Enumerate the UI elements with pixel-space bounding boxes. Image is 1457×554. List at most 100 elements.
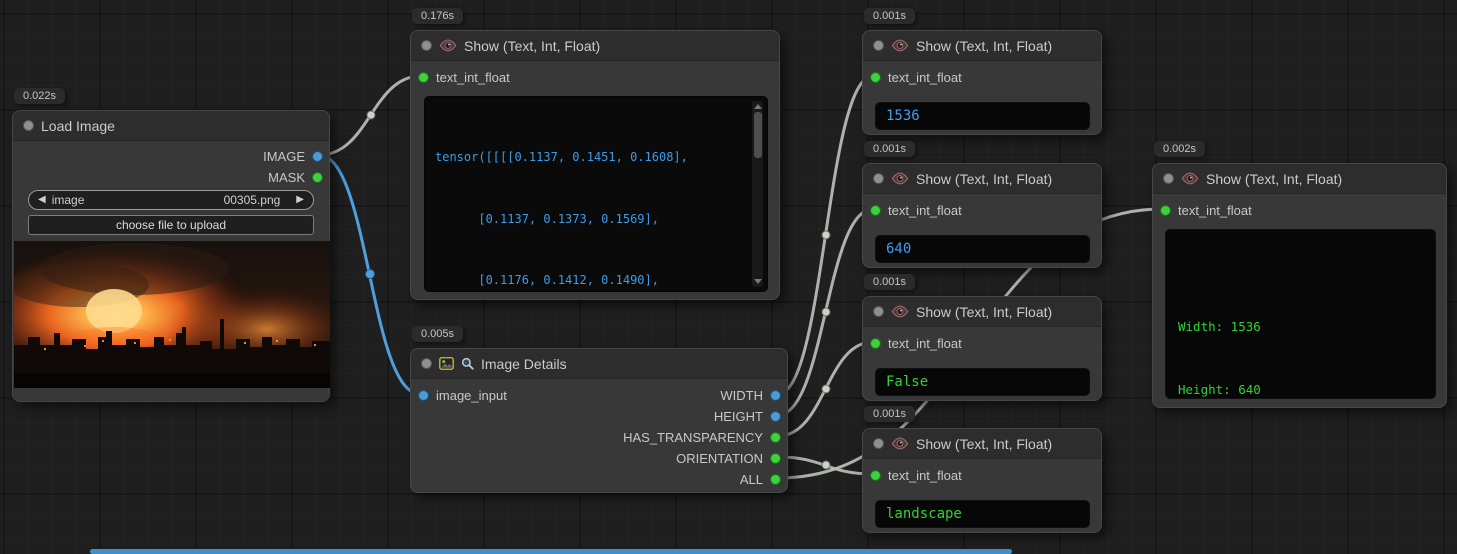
node-titlebar[interactable]: Image Details bbox=[411, 349, 787, 379]
node-titlebar[interactable]: Show (Text, Int, Float) bbox=[863, 297, 1101, 327]
slot-dot[interactable] bbox=[418, 390, 429, 401]
output-slot-height[interactable]: HEIGHT bbox=[714, 408, 781, 424]
node-image-details[interactable]: 0.005s Image Details image_input WIDTH H… bbox=[410, 348, 788, 493]
link-midpoint-dot bbox=[822, 231, 830, 239]
execution-time-badge: 0.002s bbox=[1154, 141, 1205, 157]
node-titlebar[interactable]: Show (Text, Int, Float) bbox=[863, 164, 1101, 194]
node-title: Show (Text, Int, Float) bbox=[464, 38, 600, 54]
node-title: Show (Text, Int, Float) bbox=[916, 304, 1052, 320]
execution-time-badge: 0.001s bbox=[864, 274, 915, 290]
slot-label: text_int_float bbox=[888, 70, 962, 85]
execution-time-badge: 0.176s bbox=[412, 8, 463, 24]
slot-label: WIDTH bbox=[720, 388, 763, 403]
tensor-line: tensor([[[[0.1137, 0.1451, 0.1608], bbox=[435, 147, 747, 168]
transparency-value[interactable]: False bbox=[875, 368, 1090, 396]
eye-icon bbox=[1181, 172, 1199, 185]
node-status-dot bbox=[421, 40, 432, 51]
node-show-width[interactable]: 0.001s Show (Text, Int, Float) text_int_… bbox=[862, 30, 1102, 135]
node-show-orientation[interactable]: 0.001s Show (Text, Int, Float) text_int_… bbox=[862, 428, 1102, 533]
node-status-dot bbox=[873, 40, 884, 51]
input-slot-text-int-float[interactable]: text_int_float bbox=[870, 202, 962, 218]
height-value[interactable]: 640 bbox=[875, 235, 1090, 263]
slot-label: IMAGE bbox=[263, 149, 305, 164]
slot-dot[interactable] bbox=[870, 470, 881, 481]
slot-dot-image[interactable] bbox=[312, 151, 323, 162]
slot-dot[interactable] bbox=[770, 474, 781, 485]
scrollbar-thumb[interactable] bbox=[754, 112, 762, 158]
slot-label: ORIENTATION bbox=[676, 451, 763, 466]
slot-label: HEIGHT bbox=[714, 409, 763, 424]
eye-icon bbox=[891, 39, 909, 52]
execution-time-badge: 0.022s bbox=[14, 88, 65, 104]
output-slot-has-transparency[interactable]: HAS_TRANSPARENCY bbox=[623, 429, 781, 445]
input-slot-text-int-float[interactable]: text_int_float bbox=[870, 335, 962, 351]
node-title: Image Details bbox=[481, 356, 567, 372]
combo-value: 00305.png bbox=[224, 193, 281, 207]
slot-label: text_int_float bbox=[888, 468, 962, 483]
slot-label: text_int_float bbox=[1178, 203, 1252, 218]
node-status-dot bbox=[1163, 173, 1174, 184]
slot-dot[interactable] bbox=[1160, 205, 1171, 216]
choose-file-button[interactable]: choose file to upload bbox=[28, 215, 314, 235]
output-slot-orientation[interactable]: ORIENTATION bbox=[676, 450, 781, 466]
slot-dot-mask[interactable] bbox=[312, 172, 323, 183]
input-slot-text-int-float[interactable]: text_int_float bbox=[870, 69, 962, 85]
image-preview bbox=[14, 241, 330, 388]
node-show-all[interactable]: 0.002s Show (Text, Int, Float) text_int_… bbox=[1152, 163, 1447, 408]
node-show-height[interactable]: 0.001s Show (Text, Int, Float) text_int_… bbox=[862, 163, 1102, 268]
execution-time-badge: 0.001s bbox=[864, 8, 915, 24]
node-status-dot bbox=[873, 173, 884, 184]
orientation-value[interactable]: landscape bbox=[875, 500, 1090, 528]
node-title: Show (Text, Int, Float) bbox=[1206, 171, 1342, 187]
slot-label: text_int_float bbox=[436, 70, 510, 85]
tensor-text-widget[interactable]: tensor([[[[0.1137, 0.1451, 0.1608], [0.1… bbox=[424, 96, 768, 292]
input-slot-text-int-float[interactable]: text_int_float bbox=[418, 69, 510, 85]
detail-line: Width: 1536 bbox=[1178, 316, 1423, 337]
detail-line: Height: 640 bbox=[1178, 379, 1423, 399]
combo-label: image bbox=[52, 193, 85, 207]
node-status-dot bbox=[873, 306, 884, 317]
next-arrow-icon[interactable]: ▶ bbox=[296, 195, 304, 205]
node-titlebar[interactable]: Show (Text, Int, Float) bbox=[863, 31, 1101, 61]
node-title: Show (Text, Int, Float) bbox=[916, 38, 1052, 54]
node-status-dot bbox=[873, 438, 884, 449]
width-value[interactable]: 1536 bbox=[875, 102, 1090, 130]
image-file-combo[interactable]: ◀ image 00305.png ▶ bbox=[28, 190, 314, 210]
output-slot-all[interactable]: ALL bbox=[740, 471, 781, 487]
scroll-down-icon[interactable] bbox=[754, 279, 762, 284]
slot-dot[interactable] bbox=[770, 390, 781, 401]
eye-icon bbox=[891, 172, 909, 185]
node-show-tensor[interactable]: 0.176s Show (Text, Int, Float) text_int_… bbox=[410, 30, 780, 300]
slot-dot[interactable] bbox=[770, 453, 781, 464]
scrollbar[interactable] bbox=[752, 101, 763, 287]
node-titlebar[interactable]: Load Image bbox=[13, 111, 329, 141]
node-title: Show (Text, Int, Float) bbox=[916, 171, 1052, 187]
node-graph-canvas[interactable]: 0.022s Load Image IMAGE MASK ◀ image 003… bbox=[0, 0, 1457, 554]
slot-dot[interactable] bbox=[870, 72, 881, 83]
slot-label: text_int_float bbox=[888, 203, 962, 218]
link-midpoint-dot bbox=[822, 385, 830, 393]
node-load-image[interactable]: 0.022s Load Image IMAGE MASK ◀ image 003… bbox=[12, 110, 330, 402]
output-slot-width[interactable]: WIDTH bbox=[720, 387, 781, 403]
scroll-up-icon[interactable] bbox=[754, 104, 762, 109]
slot-dot[interactable] bbox=[870, 205, 881, 216]
details-text-widget[interactable]: Width: 1536 Height: 640 Loaded with tran… bbox=[1165, 229, 1436, 399]
slot-dot[interactable] bbox=[770, 432, 781, 443]
node-titlebar[interactable]: Show (Text, Int, Float) bbox=[1153, 164, 1446, 194]
node-show-transparency[interactable]: 0.001s Show (Text, Int, Float) text_int_… bbox=[862, 296, 1102, 401]
node-titlebar[interactable]: Show (Text, Int, Float) bbox=[411, 31, 779, 61]
input-slot-text-int-float[interactable]: text_int_float bbox=[1160, 202, 1252, 218]
slot-dot[interactable] bbox=[770, 411, 781, 422]
eye-icon bbox=[891, 437, 909, 450]
output-slot-image[interactable]: IMAGE bbox=[263, 148, 323, 164]
input-slot-image-input[interactable]: image_input bbox=[418, 387, 507, 403]
output-slot-mask[interactable]: MASK bbox=[268, 169, 323, 185]
offscreen-node-top-edge[interactable] bbox=[90, 549, 1012, 554]
tensor-line: [0.1137, 0.1373, 0.1569], bbox=[435, 209, 747, 230]
input-slot-text-int-float[interactable]: text_int_float bbox=[870, 467, 962, 483]
prev-arrow-icon[interactable]: ◀ bbox=[38, 195, 46, 205]
slot-dot[interactable] bbox=[870, 338, 881, 349]
node-titlebar[interactable]: Show (Text, Int, Float) bbox=[863, 429, 1101, 459]
slot-dot[interactable] bbox=[418, 72, 429, 83]
slot-label: ALL bbox=[740, 472, 763, 487]
